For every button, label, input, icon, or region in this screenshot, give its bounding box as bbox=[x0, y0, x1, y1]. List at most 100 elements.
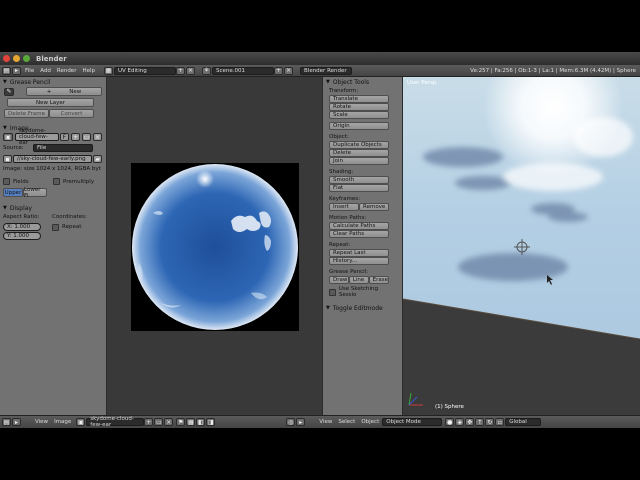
channels-icon[interactable]: ◨ bbox=[206, 418, 216, 426]
lower-field-tab[interactable]: Lower Fi bbox=[23, 187, 47, 199]
new-image-icon[interactable]: + bbox=[144, 418, 154, 426]
shading-solid-icon[interactable]: ● bbox=[445, 418, 455, 426]
browse-image-icon[interactable]: ▣ bbox=[76, 418, 86, 426]
image-view-menu[interactable]: View bbox=[32, 419, 51, 425]
pin-icon[interactable]: ⚑ bbox=[176, 418, 186, 426]
object-tools-header[interactable]: ▼ Object Tools bbox=[323, 77, 402, 87]
new-layer-button[interactable]: New Layer bbox=[7, 98, 94, 107]
render-engine-dropdown[interactable]: Blender Render bbox=[300, 66, 353, 75]
object-label: Object: bbox=[329, 134, 349, 140]
fields-checkbox[interactable] bbox=[3, 178, 10, 185]
smooth-button[interactable]: Smooth bbox=[329, 176, 389, 184]
image-browse-icon[interactable]: ▣ bbox=[3, 133, 13, 141]
translate-manipulator-icon[interactable]: ↑ bbox=[475, 418, 485, 426]
add-scene-icon[interactable]: + bbox=[274, 66, 284, 75]
join-button[interactable]: Join bbox=[329, 157, 389, 165]
3d-viewport[interactable]: User Persp (1) Sphere bbox=[403, 77, 640, 415]
orientation-dropdown[interactable]: Global bbox=[505, 418, 542, 426]
scale-button[interactable]: Scale bbox=[329, 111, 389, 119]
open-image-icon[interactable]: ▭ bbox=[82, 133, 91, 141]
add-screen-icon[interactable]: + bbox=[176, 66, 186, 75]
checker-icon[interactable]: ▦ bbox=[186, 418, 196, 426]
motion-paths-label: Motion Paths: bbox=[329, 215, 367, 221]
folder-icon[interactable]: ▰ bbox=[93, 155, 102, 163]
premultiply-checkbox[interactable] bbox=[53, 178, 60, 185]
keyframes-label: Keyframes: bbox=[329, 196, 360, 202]
source-dropdown[interactable]: File bbox=[33, 144, 93, 152]
viewport-editor-type-icon[interactable]: ◎ bbox=[286, 418, 296, 426]
menu-render[interactable]: Render bbox=[54, 68, 80, 74]
viewport-view-label: User Persp bbox=[407, 80, 437, 86]
open-image-icon[interactable]: ▭ bbox=[154, 418, 164, 426]
collapse-menu-icon[interactable]: ▸ bbox=[12, 66, 21, 75]
draw-button[interactable]: Draw bbox=[329, 276, 349, 284]
minimize-window-button[interactable] bbox=[13, 55, 20, 62]
unlink-image-icon[interactable]: × bbox=[93, 133, 102, 141]
maximize-window-button[interactable] bbox=[23, 55, 30, 62]
fake-user-button[interactable]: F bbox=[60, 133, 69, 141]
clear-paths-button[interactable]: Clear Paths bbox=[329, 230, 389, 238]
scale-manipulator-icon[interactable]: ▫ bbox=[495, 418, 505, 426]
filepath-field[interactable]: //sky-cloud-few-early.png bbox=[13, 155, 92, 163]
scene-icon: ⚘ bbox=[202, 66, 212, 75]
display-panel-header[interactable]: ▼ Display bbox=[0, 203, 106, 213]
new-image-icon[interactable]: + bbox=[71, 133, 80, 141]
scene-field[interactable]: Scene.001 bbox=[212, 66, 275, 75]
pivot-icon[interactable]: ◈ bbox=[455, 418, 465, 426]
delete-frame-button[interactable]: Delete Frame bbox=[4, 109, 49, 118]
translate-button[interactable]: Translate bbox=[329, 95, 389, 103]
editor-type-icon[interactable]: ▤ bbox=[2, 66, 11, 75]
use-sketching-checkbox[interactable] bbox=[329, 288, 336, 296]
close-window-button[interactable] bbox=[3, 55, 10, 62]
duplicate-objects-button[interactable]: Duplicate Objects bbox=[329, 141, 389, 149]
rotate-manipulator-icon[interactable]: ↻ bbox=[485, 418, 495, 426]
viewport-object-menu[interactable]: Object bbox=[358, 419, 382, 425]
image-name-field[interactable]: skydome-cloud-few-ear bbox=[15, 128, 59, 146]
viewport-view-menu[interactable]: View bbox=[316, 419, 335, 425]
rotate-button[interactable]: Rotate bbox=[329, 103, 389, 111]
unlink-image-icon[interactable]: × bbox=[164, 418, 174, 426]
viewport-select-menu[interactable]: Select bbox=[335, 419, 358, 425]
aspect-x-field[interactable]: X: 1.000 bbox=[3, 223, 41, 231]
scene-stats: Ve:257 | Fa:256 | Ob:1-3 | La:1 | Mem:6.… bbox=[470, 67, 636, 74]
calculate-paths-button[interactable]: Calculate Paths bbox=[329, 222, 389, 230]
remove-keyframe-button[interactable]: Remove bbox=[359, 203, 389, 211]
menu-file[interactable]: File bbox=[22, 68, 37, 74]
active-object-label: (1) Sphere bbox=[435, 404, 464, 410]
collapse-menu-icon[interactable]: ▸ bbox=[296, 418, 306, 426]
convert-button[interactable]: Convert bbox=[49, 109, 94, 118]
flat-button[interactable]: Flat bbox=[329, 184, 389, 192]
grease-new-button[interactable]: + New bbox=[26, 87, 102, 96]
sky-texture-image bbox=[131, 163, 299, 331]
menu-help[interactable]: Help bbox=[79, 68, 98, 74]
collapse-menu-icon[interactable]: ▸ bbox=[12, 418, 21, 426]
upper-field-tab[interactable]: Upper bbox=[3, 188, 23, 197]
remove-screen-icon[interactable]: × bbox=[186, 66, 196, 75]
bottom-image-name-field[interactable]: skydome-cloud-few-ear bbox=[86, 416, 145, 428]
repeat-last-button[interactable]: Repeat Last bbox=[329, 249, 389, 257]
line-button[interactable]: Line bbox=[348, 276, 369, 284]
image-editor-type-icon[interactable]: ▤ bbox=[2, 418, 11, 426]
sky-sphere-image bbox=[132, 164, 298, 330]
insert-keyframe-button[interactable]: Insert bbox=[329, 203, 359, 211]
mode-dropdown[interactable]: Object Mode bbox=[382, 418, 443, 426]
image-file-icon: ▪ bbox=[3, 155, 12, 163]
aspect-y-field[interactable]: Y: 1.000 bbox=[3, 232, 41, 240]
info-header: ▤ ▸ File Add Render Help ▦ UV Editing + … bbox=[0, 65, 640, 77]
manipulator-icon[interactable]: ✥ bbox=[465, 418, 475, 426]
repeat-checkbox[interactable] bbox=[52, 223, 59, 231]
delete-button[interactable]: Delete bbox=[329, 149, 389, 157]
uv-image-editor[interactable] bbox=[108, 77, 322, 415]
erase-button[interactable]: Erase bbox=[368, 276, 390, 284]
toggle-editmode-header[interactable]: ▼ Toggle Editmode bbox=[323, 303, 402, 313]
image-menu[interactable]: Image bbox=[51, 419, 74, 425]
history-button[interactable]: History... bbox=[329, 257, 389, 265]
source-label: Source: bbox=[3, 145, 24, 151]
remove-scene-icon[interactable]: × bbox=[284, 66, 294, 75]
grease-pencil-panel-header[interactable]: ▼ Grease Pencil bbox=[0, 77, 106, 87]
origin-button[interactable]: Origin bbox=[329, 122, 389, 130]
expand-arrow-icon: ▼ bbox=[3, 205, 7, 211]
render-layer-icon[interactable]: ◧ bbox=[196, 418, 206, 426]
screen-layout-field[interactable]: UV Editing bbox=[114, 66, 177, 75]
menu-add[interactable]: Add bbox=[37, 68, 54, 74]
